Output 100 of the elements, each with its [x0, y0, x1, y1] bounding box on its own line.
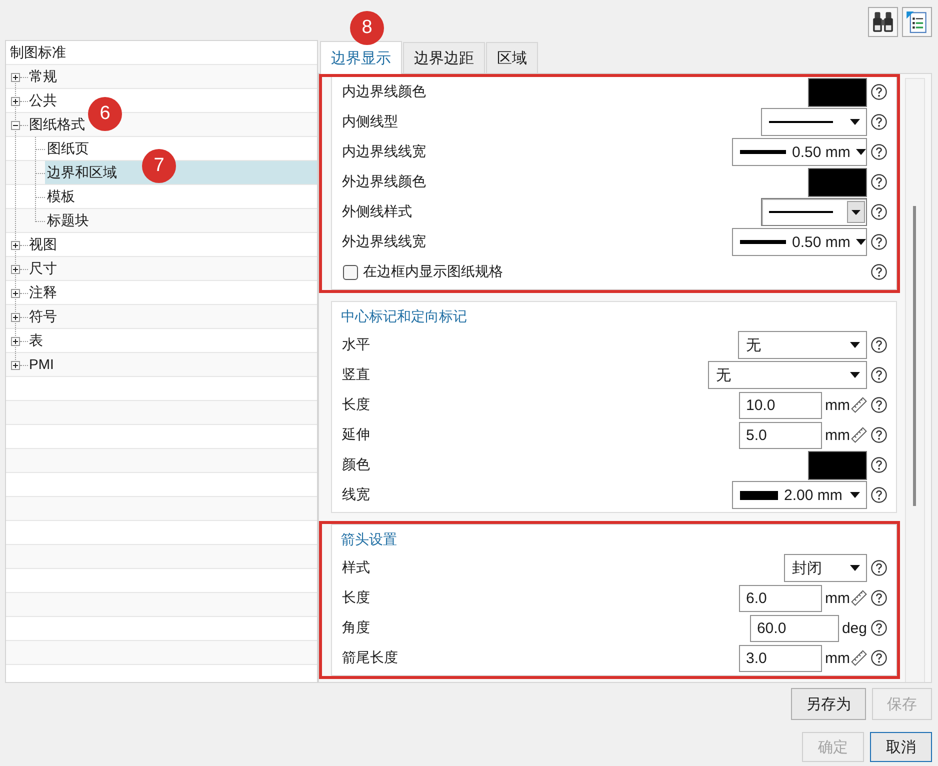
search-button[interactable] — [868, 7, 898, 37]
tree-item[interactable]: 表 — [28, 329, 45, 352]
setting-label: 内边界线线宽 — [342, 143, 427, 161]
setting-label: 延伸 — [342, 426, 371, 444]
dialog-button[interactable]: 另存为 — [791, 688, 866, 720]
help-icon[interactable] — [871, 487, 887, 503]
dropdown[interactable]: 无 — [738, 331, 867, 359]
ruler-icon[interactable] — [851, 590, 867, 606]
number-field[interactable]: 10.0 — [739, 392, 822, 418]
help-icon[interactable] — [871, 144, 887, 160]
tree-item[interactable]: 公共 — [28, 89, 59, 112]
unit-label: deg — [842, 620, 867, 636]
callout-number: 8 — [350, 11, 384, 45]
caret-icon — [850, 342, 860, 348]
collapse-icon[interactable] — [11, 120, 20, 130]
number-field[interactable]: 60.0 — [750, 614, 839, 642]
setting-label: 竖直 — [342, 366, 371, 384]
setting-label: 外侧线样式 — [342, 203, 413, 221]
line-sample-icon — [769, 211, 833, 213]
expand-icon[interactable] — [11, 96, 20, 106]
dropdown[interactable] — [761, 108, 867, 136]
caret-icon — [856, 239, 866, 245]
unit-label: mm — [825, 396, 850, 414]
help-icon[interactable] — [871, 234, 887, 250]
help-icon[interactable] — [871, 337, 887, 353]
expand-icon[interactable] — [11, 288, 20, 298]
tree-item[interactable]: PMI — [28, 353, 56, 376]
ruler-icon[interactable] — [851, 397, 867, 413]
setting-label: 水平 — [342, 336, 371, 354]
caret-icon — [850, 372, 860, 378]
checkbox[interactable] — [343, 264, 358, 280]
tree-item[interactable]: 尺寸 — [28, 257, 59, 280]
line-sample-icon — [769, 121, 833, 123]
help-icon[interactable] — [871, 620, 887, 636]
setting-label: 线宽 — [342, 486, 371, 504]
ruler-icon[interactable] — [851, 650, 867, 666]
help-icon[interactable] — [871, 84, 887, 100]
color-swatch[interactable] — [808, 168, 867, 196]
expand-icon[interactable] — [11, 72, 20, 82]
help-icon[interactable] — [871, 114, 887, 130]
tab[interactable]: 边界边距 — [403, 42, 485, 73]
tab[interactable]: 区域 — [486, 42, 538, 73]
expand-icon[interactable] — [11, 336, 20, 346]
unit-label: mm — [825, 590, 850, 606]
setting-label: 样式 — [342, 559, 371, 577]
help-icon[interactable] — [871, 590, 887, 606]
ruler-icon[interactable] — [851, 427, 867, 443]
tree-item[interactable]: 符号 — [28, 305, 59, 328]
setting-label: 外边界线线宽 — [342, 233, 427, 251]
tree-item[interactable]: 注释 — [28, 281, 59, 304]
expand-icon[interactable] — [11, 360, 20, 370]
expand-icon[interactable] — [11, 240, 20, 250]
caret-icon — [850, 565, 860, 571]
setting-label: 长度 — [342, 396, 371, 414]
help-icon[interactable] — [871, 650, 887, 666]
help-icon[interactable] — [871, 367, 887, 383]
section-title: 中心标记和定向标记 — [340, 307, 468, 326]
tree-item[interactable]: 图纸格式 — [28, 113, 87, 136]
dropdown[interactable]: 0.50 mm — [732, 138, 867, 166]
tree-item[interactable]: 标题块 — [45, 209, 317, 232]
help-icon[interactable] — [871, 427, 887, 443]
color-swatch[interactable] — [808, 450, 867, 480]
unit-label: mm — [825, 650, 850, 666]
help-icon[interactable] — [871, 204, 887, 220]
document-list-button[interactable] — [902, 7, 932, 37]
setting-label: 外边界线颜色 — [342, 173, 427, 191]
setting-label: 颜色 — [342, 456, 371, 474]
caret-icon — [850, 492, 860, 498]
expand-icon[interactable] — [11, 312, 20, 322]
number-field[interactable]: 3.0 — [739, 644, 822, 672]
caret-icon — [847, 201, 865, 223]
scrollbar[interactable] — [905, 78, 925, 682]
document-list-icon — [906, 11, 928, 33]
help-icon[interactable] — [871, 560, 887, 576]
callout-number: 6 — [88, 97, 122, 131]
binoculars-icon — [872, 11, 894, 33]
number-field[interactable]: 6.0 — [739, 584, 822, 612]
dropdown[interactable]: 封闭 — [784, 554, 867, 582]
scrollbar-thumb[interactable] — [913, 206, 916, 506]
color-swatch[interactable] — [808, 78, 867, 106]
expand-icon[interactable] — [11, 264, 20, 274]
dropdown[interactable] — [761, 198, 867, 226]
setting-label: 角度 — [342, 619, 371, 637]
tree-item[interactable]: 模板 — [45, 185, 317, 208]
help-icon[interactable] — [871, 457, 887, 473]
dropdown[interactable]: 无 — [708, 361, 867, 389]
setting-label: 内边界线颜色 — [342, 83, 427, 101]
help-icon[interactable] — [871, 264, 887, 280]
setting-label: 长度 — [342, 589, 371, 607]
tab[interactable]: 边界显示 — [320, 41, 402, 74]
dialog-button[interactable]: 取消 — [870, 732, 932, 762]
dropdown[interactable]: 2.00 mm — [732, 481, 867, 509]
tree-item[interactable]: 常规 — [28, 65, 59, 88]
tree-item[interactable]: 视图 — [28, 233, 59, 256]
setting-label: 内侧线型 — [342, 113, 399, 131]
help-icon[interactable] — [871, 174, 887, 190]
checkbox-label: 在边框内显示图纸规格 — [363, 263, 504, 281]
help-icon[interactable] — [871, 397, 887, 413]
number-field[interactable]: 5.0 — [739, 422, 822, 448]
dropdown[interactable]: 0.50 mm — [732, 228, 867, 256]
